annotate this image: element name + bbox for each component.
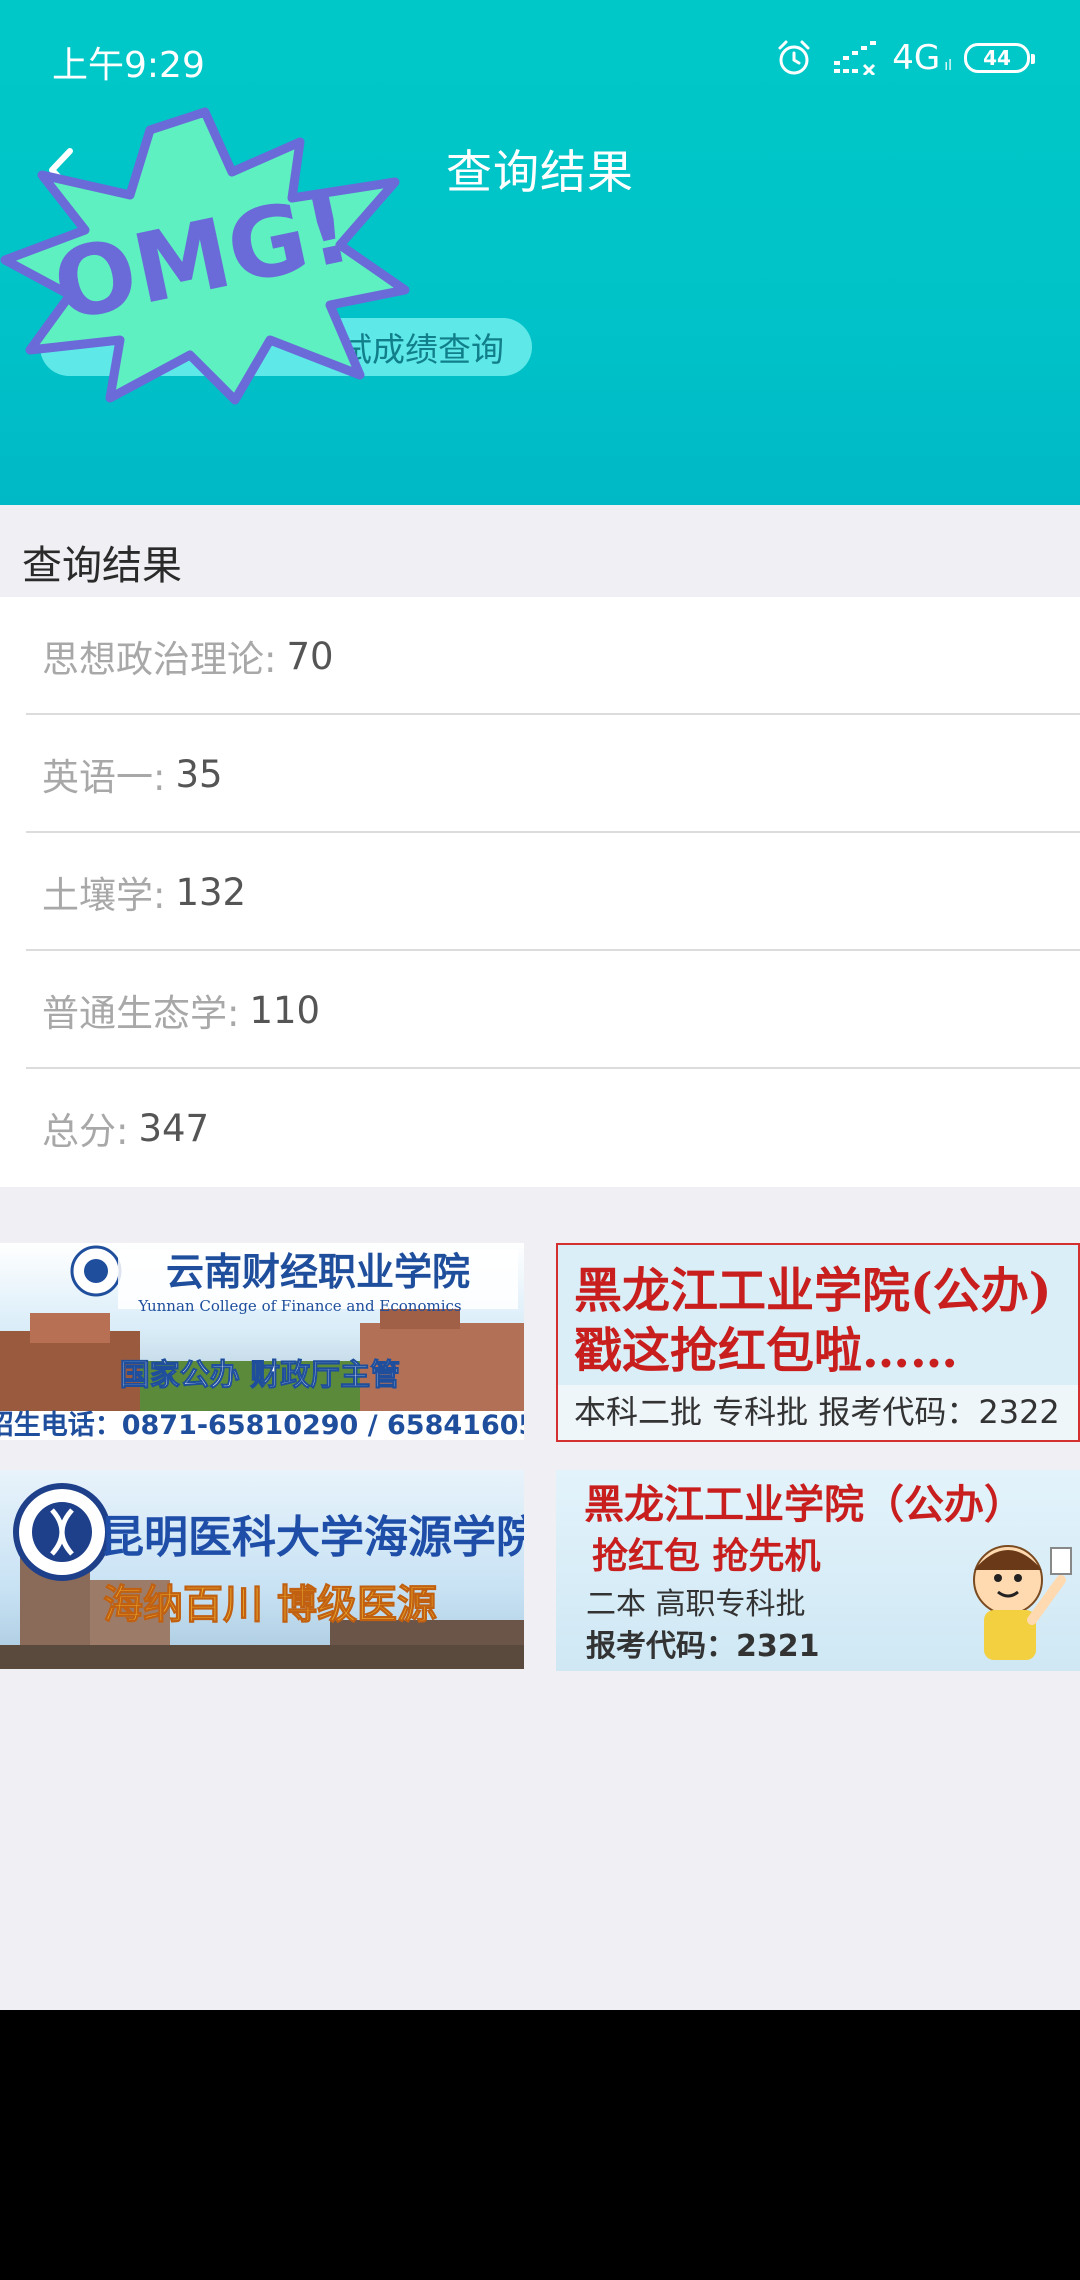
status-icons: 4G ıl 44 bbox=[774, 36, 1035, 80]
ad-phone: 招生电话：0871-65810290 / 65841605 bbox=[0, 1410, 524, 1440]
ad-slogan: 海纳百川 博级医源 bbox=[103, 1582, 437, 1628]
ad-slogan: 国家公办 财政厅主管 bbox=[120, 1358, 400, 1393]
alarm-clock-icon bbox=[778, 40, 810, 75]
result-value: 70 bbox=[286, 634, 334, 678]
result-value: 347 bbox=[138, 1106, 210, 1150]
signal-icon bbox=[834, 41, 877, 75]
ad-title: 昆明医科大学海源学院 bbox=[100, 1512, 524, 1563]
ad-footer: 本科二批 专科批 报考代码：2322 bbox=[574, 1393, 1060, 1431]
result-label: 土壤学: bbox=[42, 874, 166, 917]
ad-banner-heilongjiang-2322[interactable]: 黑龙江工业学院(公办) 戳这抢红包啦…… 本科二批 专科批 报考代码：2322 bbox=[556, 1243, 1080, 1442]
result-value: 132 bbox=[175, 870, 247, 914]
ad-slogan: 戳这抢红包啦…… bbox=[574, 1323, 958, 1379]
result-row: 普通生态学: 110 bbox=[26, 951, 1080, 1069]
ad-slogan: 抢红包 抢先机 bbox=[592, 1535, 821, 1577]
ad-banner-heilongjiang-2321[interactable]: 黑龙江工业学院（公办） 抢红包 抢先机 二本 高职专科批 报考代码：2321 bbox=[556, 1470, 1080, 1671]
result-value: 110 bbox=[249, 988, 321, 1032]
ad-subtitle: Yunnan College of Finance and Economics bbox=[137, 1297, 461, 1315]
ad-banner-yunnan-college[interactable]: 云南财经职业学院 Yunnan College of Finance and E… bbox=[0, 1243, 524, 1440]
ad-title: 黑龙江工业学院(公办) bbox=[574, 1263, 1051, 1319]
network-type: 4G bbox=[892, 38, 941, 78]
battery-level: 44 bbox=[983, 46, 1011, 70]
ad-banner-kunming-medical[interactable]: 昆明医科大学海源学院 海纳百川 博级医源 bbox=[0, 1470, 524, 1669]
battery-icon: 44 bbox=[964, 43, 1035, 73]
result-label: 普通生态学: bbox=[42, 992, 240, 1035]
result-value: 35 bbox=[175, 752, 223, 796]
ad-title: 黑龙江工业学院（公办） bbox=[584, 1481, 1024, 1528]
network-signal-indicator: ıl bbox=[944, 58, 952, 74]
results-list: 思想政治理论: 70 英语一: 35 土壤学: 132 普通生态学: 110 总… bbox=[0, 597, 1080, 1187]
ad-title: 云南财经职业学院 bbox=[166, 1249, 470, 1294]
omg-sticker: OMG! bbox=[0, 107, 410, 405]
status-time: 上午9:29 bbox=[52, 45, 205, 86]
result-label: 英语一: bbox=[42, 756, 166, 799]
section-title: 查询结果 bbox=[22, 543, 182, 589]
result-row: 思想政治理论: 70 bbox=[26, 597, 1080, 715]
result-label: 总分: bbox=[42, 1110, 129, 1153]
result-row: 土壤学: 132 bbox=[26, 833, 1080, 951]
result-label: 思想政治理论: bbox=[42, 638, 277, 681]
total-row: 总分: 347 bbox=[26, 1069, 1080, 1187]
app-header: 上午9:29 4G ıl 44 查询结果 试成绩查询 OMG! bbox=[0, 0, 1080, 505]
ad-line: 二本 高职专科批 bbox=[586, 1587, 806, 1622]
ad-line: 报考代码：2321 bbox=[586, 1629, 820, 1664]
system-nav-bar bbox=[0, 2010, 1080, 2280]
section-header: 查询结果 bbox=[0, 505, 1080, 597]
result-row: 英语一: 35 bbox=[26, 715, 1080, 833]
